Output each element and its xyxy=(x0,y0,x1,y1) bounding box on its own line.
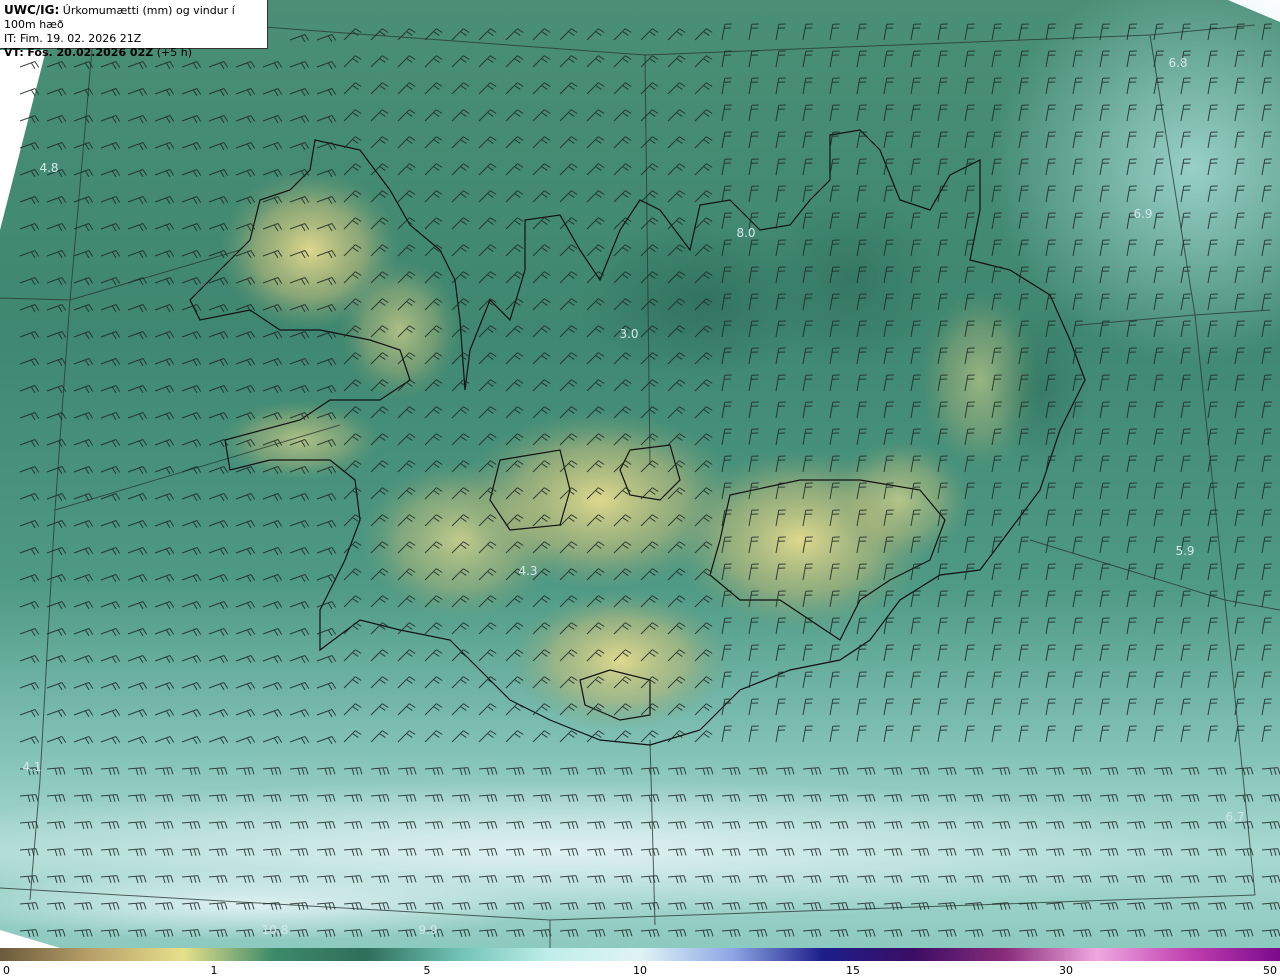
colorbar-tick: 5 xyxy=(423,964,431,977)
colorbar-ticks: 0 1 5 10 15 30 50 xyxy=(0,961,1280,978)
colorbar xyxy=(0,948,1280,961)
map-value-label: 4.1 xyxy=(22,760,42,774)
map-value-label: 6.7 xyxy=(1225,810,1245,824)
colorbar-tick: 50 xyxy=(1263,964,1277,977)
product-name: UWC/IG: xyxy=(4,3,60,17)
map-value-label: 8.0 xyxy=(736,226,756,240)
map-value-label: 4.8 xyxy=(39,161,59,175)
colorbar-tick: 0 xyxy=(3,964,10,977)
map-value-label: 5.9 xyxy=(1175,544,1195,558)
info-title-line: UWC/IG: Úrkomumætti (mm) og vindur í 100… xyxy=(4,3,263,32)
colorbar-tick: 1 xyxy=(210,964,218,977)
colorbar-tick: 15 xyxy=(846,964,860,977)
map-value-label: 6.9 xyxy=(1133,207,1153,221)
valid-prefix: VT: xyxy=(4,46,24,59)
map-value-label: 9.9 xyxy=(418,923,438,937)
colorbar-tick: 30 xyxy=(1059,964,1073,977)
precipitation-wind-map xyxy=(0,0,1280,948)
valid-time-line: VT: Fös. 20.02.2026 02Z (+5 h) xyxy=(4,46,263,60)
lead-time: (+5 h) xyxy=(156,46,192,59)
map-info-box: UWC/IG: Úrkomumætti (mm) og vindur í 100… xyxy=(0,0,268,59)
map-value-label: 3.0 xyxy=(619,327,639,341)
map-value-label: 10.8 xyxy=(261,923,289,937)
init-time: IT: Fim. 19. 02. 2026 21Z xyxy=(4,32,142,45)
colorbar-tick: 10 xyxy=(633,964,647,977)
map-value-label: 6.8 xyxy=(1168,56,1188,70)
map-value-label: 4.3 xyxy=(518,564,538,578)
valid-time: Fös. 20.02.2026 02Z xyxy=(27,46,154,59)
